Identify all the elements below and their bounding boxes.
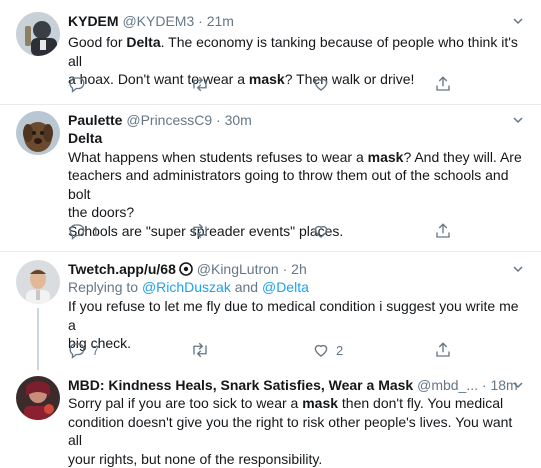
tweet-text-line: your rights, but none of the responsibil… bbox=[68, 450, 523, 468]
chevron-down-icon[interactable] bbox=[513, 264, 523, 274]
avatar[interactable] bbox=[16, 111, 60, 155]
tweet-header: MBD: Kindness Heals, Snark Satisfies, We… bbox=[68, 376, 518, 394]
tweet-mbd[interactable]: MBD: Kindness Heals, Snark Satisfies, We… bbox=[0, 370, 541, 450]
tweet-text-line: What happens when students refuses to we… bbox=[68, 148, 523, 167]
tweet-text-line: Good for Delta. The economy is tanking b… bbox=[68, 33, 523, 70]
retweet-button[interactable] bbox=[190, 340, 210, 360]
tweet-header: Paulette @PrincessC9 · 30m bbox=[68, 111, 252, 129]
retweet-icon bbox=[190, 75, 210, 93]
replying-to: Replying to @RichDuszak and @Delta bbox=[68, 278, 523, 297]
tweet-text-line: Delta bbox=[68, 129, 523, 148]
tweet-text-line: the doors? bbox=[68, 203, 523, 222]
retweet-icon bbox=[190, 222, 210, 240]
share-icon bbox=[434, 222, 452, 240]
like-button[interactable] bbox=[312, 221, 330, 241]
like-button[interactable]: 2 bbox=[312, 340, 343, 360]
reply-icon bbox=[68, 341, 86, 359]
chevron-down-icon[interactable] bbox=[513, 16, 523, 26]
avatar[interactable] bbox=[16, 12, 60, 56]
retweet-button[interactable] bbox=[190, 221, 210, 241]
like-count: 2 bbox=[336, 343, 343, 358]
display-name[interactable]: Twetch.app/u/68 bbox=[68, 261, 176, 277]
thread-line bbox=[37, 308, 39, 370]
like-icon bbox=[312, 75, 330, 93]
mention-delta[interactable]: @Delta bbox=[262, 279, 309, 295]
tweet-text-line: If you refuse to let me fly due to medic… bbox=[68, 297, 523, 334]
user-handle[interactable]: @KingLutron bbox=[197, 261, 279, 277]
share-button[interactable] bbox=[434, 340, 452, 360]
avatar[interactable] bbox=[16, 376, 60, 420]
share-icon bbox=[434, 341, 452, 359]
tweet-actions bbox=[68, 74, 468, 94]
timestamp[interactable]: 21m bbox=[207, 13, 234, 29]
tweet-text-line: condition doesn't give you the right to … bbox=[68, 413, 523, 450]
reply-button[interactable]: 1 bbox=[68, 221, 99, 241]
user-handle[interactable]: @mbd_... bbox=[417, 377, 478, 393]
tweet-twetch[interactable]: Twetch.app/u/68 @KingLutron · 2h Replyin… bbox=[0, 252, 541, 370]
like-icon bbox=[312, 222, 330, 240]
display-name[interactable]: MBD: Kindness Heals, Snark Satisfies, We… bbox=[68, 377, 413, 393]
timestamp[interactable]: 2h bbox=[291, 261, 307, 277]
separator: · bbox=[198, 13, 203, 29]
display-name[interactable]: Paulette bbox=[68, 112, 122, 128]
chevron-down-icon[interactable] bbox=[513, 115, 523, 125]
tweet-header: KYDEM @KYDEM3 · 21m bbox=[68, 12, 234, 30]
mention-richduszak[interactable]: @RichDuszak bbox=[142, 279, 231, 295]
separator: · bbox=[216, 112, 221, 128]
reply-icon bbox=[68, 222, 86, 240]
share-icon bbox=[434, 75, 452, 93]
share-button[interactable] bbox=[434, 74, 452, 94]
reply-button[interactable]: 7 bbox=[68, 340, 99, 360]
retweet-icon bbox=[190, 341, 210, 359]
tweet-text-line: Sorry pal if you are too sick to wear a … bbox=[68, 394, 523, 413]
user-handle[interactable]: @PrincessC9 bbox=[126, 112, 212, 128]
tweet-actions: 1 bbox=[68, 221, 468, 241]
share-button[interactable] bbox=[434, 221, 452, 241]
separator: · bbox=[283, 261, 288, 277]
tweet-paulette[interactable]: Paulette @PrincessC9 · 30m Delta What ha… bbox=[0, 105, 541, 251]
tweet-kydem[interactable]: KYDEM @KYDEM3 · 21m Good for Delta. The … bbox=[0, 0, 541, 104]
verified-icon bbox=[179, 262, 193, 276]
like-icon bbox=[312, 341, 330, 359]
tweet-actions: 7 2 bbox=[68, 340, 468, 360]
display-name[interactable]: KYDEM bbox=[68, 13, 119, 29]
user-handle[interactable]: @KYDEM3 bbox=[122, 13, 194, 29]
mention-delta: Delta bbox=[68, 130, 102, 146]
chevron-down-icon[interactable] bbox=[513, 380, 523, 390]
retweet-button[interactable] bbox=[190, 74, 210, 94]
reply-button[interactable] bbox=[68, 74, 86, 94]
tweet-text-line: teachers and administrators going to thr… bbox=[68, 166, 523, 203]
tweet-header: Twetch.app/u/68 @KingLutron · 2h bbox=[68, 260, 307, 278]
reply-count: 1 bbox=[92, 224, 99, 239]
avatar[interactable] bbox=[16, 260, 60, 304]
like-button[interactable] bbox=[312, 74, 330, 94]
reply-icon bbox=[68, 75, 86, 93]
tweet-text: Sorry pal if you are too sick to wear a … bbox=[68, 394, 523, 468]
timestamp[interactable]: 30m bbox=[225, 112, 252, 128]
separator: · bbox=[482, 377, 487, 393]
reply-count: 7 bbox=[92, 343, 99, 358]
